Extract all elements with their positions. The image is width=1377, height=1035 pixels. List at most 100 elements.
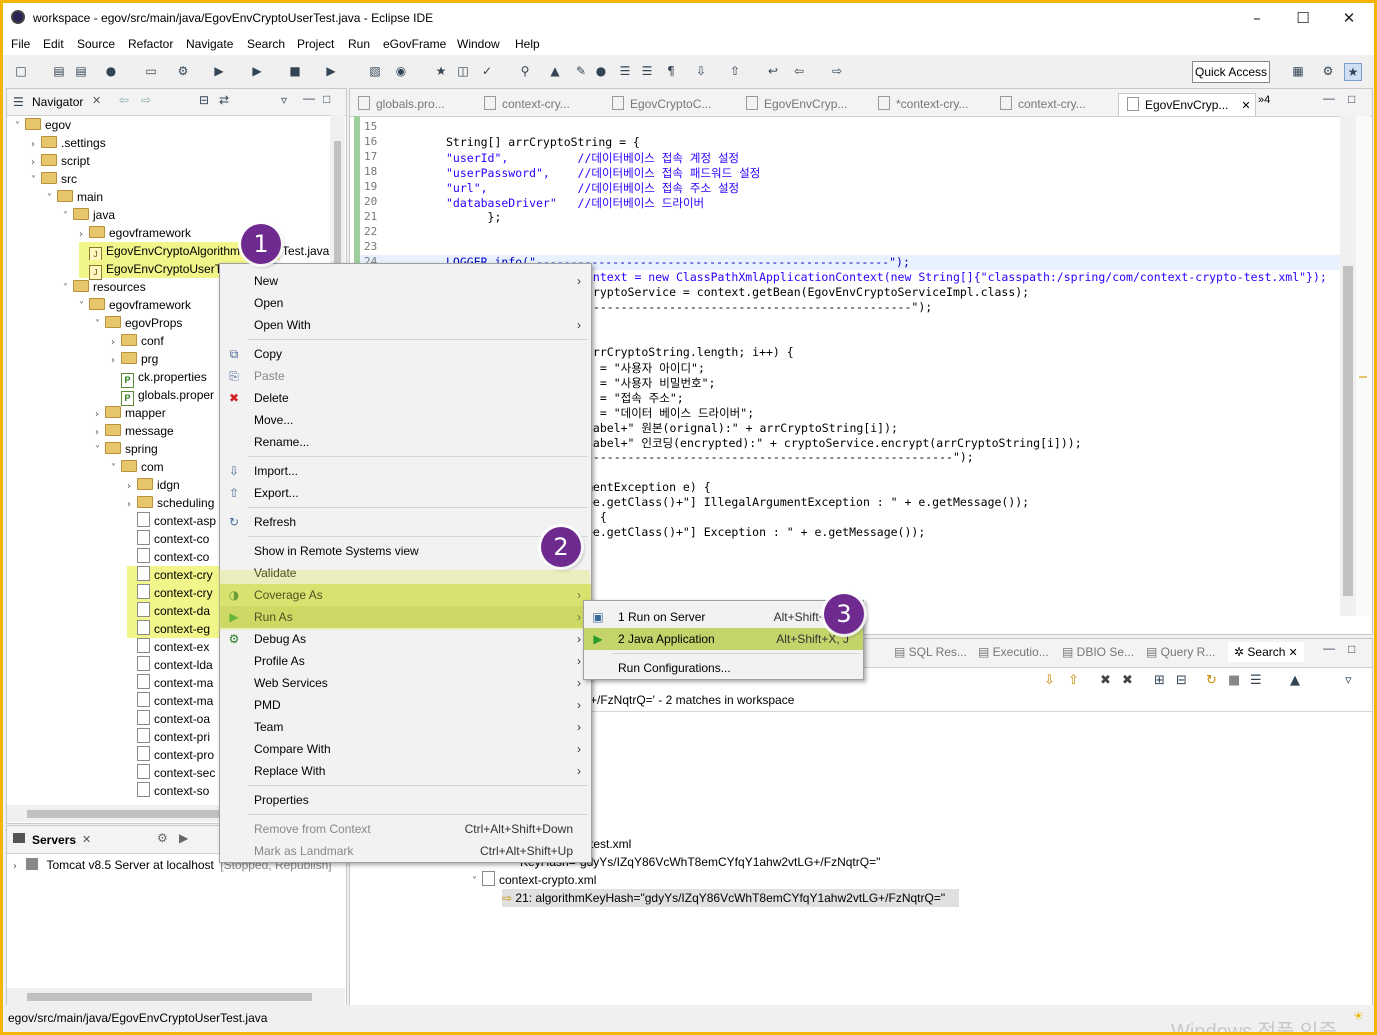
tab-overflow[interactable]: »4 [1258,94,1270,106]
tree-item[interactable]: context-ma [127,692,213,710]
cancel-search-icon[interactable]: ■ [1228,673,1240,688]
menu-item-properties[interactable]: Properties [220,789,591,811]
bottom-tab[interactable]: ✲ Search ✕ [1228,642,1304,662]
tree-item[interactable]: context-co [127,548,209,566]
menu-item-pmd[interactable]: PMD › [220,694,591,716]
new-java-project-icon[interactable]: ▧ [367,63,383,79]
perspective-egov-icon[interactable]: ★ [1344,63,1362,81]
run-icon[interactable]: ▶ [211,63,227,79]
tree-item[interactable]: context-oa [127,710,210,728]
search-result-row[interactable]: test.xml [590,835,631,853]
tree-item[interactable]: ˅ java [63,206,115,224]
collapse-all-icon[interactable]: ⊟ [199,93,209,107]
collapse-icon[interactable]: ˅ [63,208,73,226]
pin-editor-icon[interactable]: ▲ [547,63,563,79]
menu-item-copy[interactable]: ⧉ Copy [220,343,591,365]
next-match-icon[interactable]: ⇩ [1044,673,1055,688]
minimize-view-icon[interactable]: — [1323,641,1335,655]
collapse-icon[interactable]: ˅ [79,298,89,316]
collapse-all-icon[interactable]: ⊟ [1176,673,1187,688]
menu-egovframe[interactable]: eGovFrame [383,37,446,51]
task-icon[interactable]: ✓ [479,63,495,79]
menu-edit[interactable]: Edit [43,37,64,51]
collapse-icon[interactable]: ˅ [95,316,105,334]
view-menu-icon[interactable]: ▿ [281,93,287,107]
forward-icon[interactable]: ⇨ [141,93,151,107]
tree-item[interactable]: ˅ main [47,188,103,206]
menu-item-remove-from-context[interactable]: Remove from Context Ctrl+Alt+Shift+Down [220,818,591,840]
menu-item-mark-as-landmark[interactable]: Mark as Landmark Ctrl+Alt+Shift+Up [220,840,591,862]
minimize-view-icon[interactable]: — [303,91,315,105]
remove-match-icon[interactable]: ✖ [1100,673,1111,688]
collapse-icon[interactable]: ˅ [95,442,105,460]
menu-source[interactable]: Source [77,37,115,51]
save-icon[interactable]: ▤ [51,63,67,79]
last-edit-icon[interactable]: ↩ [765,63,781,79]
maximize-icon[interactable]: ☐ [1280,3,1326,33]
tree-item[interactable]: › egovframework [79,224,191,242]
tree-item[interactable]: context-lda [127,656,213,674]
search-history-icon[interactable]: ☰ [1250,673,1262,688]
new-java-class-icon[interactable]: ◉ [393,63,409,79]
expand-icon[interactable]: › [13,861,23,872]
annotation-icon[interactable]: ● [593,63,609,79]
prev-edit-icon[interactable]: ⇧ [727,63,743,79]
remove-all-icon[interactable]: ✖ [1122,673,1133,688]
previous-match-icon[interactable]: ⇧ [1068,673,1079,688]
minimize-icon[interactable]: – [1234,3,1280,33]
open-folder-icon[interactable]: ◫ [455,63,471,79]
quick-access-field[interactable]: Quick Access [1192,61,1270,83]
menu-item-import[interactable]: ⇩ Import... [220,460,591,482]
start-server-icon[interactable]: ⚙ [157,831,168,845]
back-icon[interactable]: ⇦ [119,93,129,107]
editor-tab[interactable]: context-cry... [484,93,570,115]
search-icon[interactable]: ⚲ [517,63,533,79]
tree-item[interactable]: › prg [111,350,158,368]
submenu-item-0[interactable]: ▣ 1 Run on Server Alt+Shift+X, R [584,606,863,628]
collapse-icon[interactable]: ˅ [47,190,57,208]
tree-item[interactable]: context-so [127,782,209,800]
menu-item-team[interactable]: Team › [220,716,591,738]
collapse-icon[interactable]: ˅ [111,460,121,478]
back-icon[interactable]: ⇦ [791,63,807,79]
profile-icon[interactable]: ● [103,63,119,79]
collapse-icon[interactable]: ˅ [31,172,41,190]
tree-item[interactable]: Pck.properties [111,368,207,388]
menu-run[interactable]: Run [348,37,370,51]
pin-icon[interactable]: ▲ [1290,673,1300,688]
menu-item-move[interactable]: Move... [220,409,591,431]
bottom-tab[interactable]: ▤ Executio... [978,642,1049,662]
stop-icon[interactable]: ■ [287,63,303,79]
menu-item-coverage-as[interactable]: ◑ Coverage As › [220,584,591,606]
menu-item-compare-with[interactable]: Compare With › [220,738,591,760]
close-tab-icon[interactable]: ✕ [92,94,101,107]
tree-item[interactable]: ˅ spring [95,440,158,458]
editor-tab[interactable]: *context-cry... [878,93,968,115]
tree-item[interactable]: ˅ com [111,458,164,476]
menu-help[interactable]: Help [515,37,540,51]
tree-item[interactable]: › mapper [95,404,166,422]
view-menu-icon[interactable]: ▿ [1345,673,1352,688]
pilcrow-icon[interactable]: ¶ [663,63,679,79]
perspective-java-ee-icon[interactable]: ⚙ [1320,63,1336,79]
next-annotation-icon[interactable]: ☰ [617,63,633,79]
menu-item-open-with[interactable]: Open With › [220,314,591,336]
navigator-title[interactable]: Navigator [32,95,83,109]
ext-tools-icon[interactable]: ▶ [323,63,339,79]
menu-search[interactable]: Search [247,37,285,51]
menu-item-new[interactable]: New › [220,270,591,292]
close-tab-icon[interactable]: ✕ [82,833,91,846]
bottom-tab[interactable]: ▤ Query R... [1146,642,1215,662]
tree-item[interactable]: ˅ resources [63,278,146,296]
tree-item[interactable]: › idgn [127,476,180,494]
editor-tab[interactable]: context-cry... [1000,93,1086,115]
tree-item[interactable]: ˅ src [31,170,77,188]
expand-all-icon[interactable]: ⊞ [1154,673,1165,688]
menu-item-show-in-remote-systems-view[interactable]: Show in Remote Systems view [220,540,591,562]
tip-icon[interactable]: ☀ [1353,1009,1364,1023]
tree-item[interactable]: context-ex [127,638,209,656]
terminal-icon[interactable]: ▭ [143,63,159,79]
debug-icon[interactable]: ⚙ [175,63,191,79]
tree-item[interactable]: › conf [111,332,164,350]
save-all-icon[interactable]: ▤ [73,63,89,79]
